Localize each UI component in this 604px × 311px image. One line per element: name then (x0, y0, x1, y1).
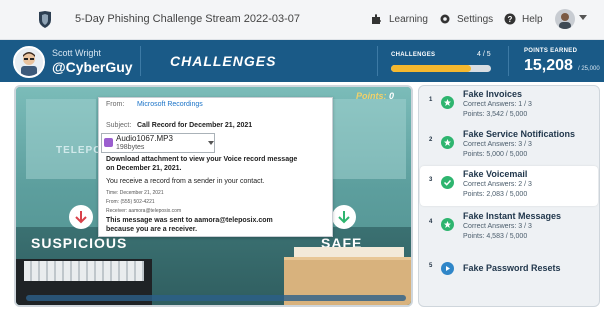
challenge-item-fake-instant-messages[interactable]: 4 Fake Instant Messages Correct Answers:… (420, 208, 598, 248)
email-footer-line: This message was sent to aamora@teleposi… (106, 217, 273, 224)
challenge-item-fake-voicemail[interactable]: 3 Fake Voicemail Correct Answers: 2 / 3 … (420, 166, 598, 206)
divider (377, 46, 378, 76)
avatar (13, 46, 45, 78)
nav-help-label: Help (522, 13, 543, 25)
page-title: CHALLENGES (170, 53, 277, 69)
challenge-title: Fake Invoices (463, 89, 523, 99)
check-icon (441, 176, 454, 189)
email-subject-label: Subject: (106, 122, 132, 129)
attachment-name: Audio1067.MP3 (116, 134, 173, 143)
divider (140, 46, 141, 76)
email-body-line: on December 21, 2021. (106, 165, 182, 172)
challenge-title: Fake Password Resets (463, 263, 561, 273)
safe-button[interactable] (332, 205, 356, 229)
points-max: / 25,000 (578, 66, 600, 72)
user-menu-avatar[interactable] (555, 9, 575, 29)
email-meta-time: Time: December 21, 2021 (106, 190, 164, 196)
stream-title: 5-Day Phishing Challenge Stream 2022-03-… (75, 13, 301, 25)
nav-settings-label: Settings (457, 13, 494, 25)
challenge-item-fake-invoices[interactable]: 1 Fake Invoices Correct Answers: 1 / 3 P… (420, 86, 598, 126)
email-meta-from: From: (555) 502-4221 (106, 199, 155, 205)
nav-learning[interactable]: Learning (371, 13, 428, 25)
challenge-number: 4 (429, 219, 433, 225)
check-icon (441, 218, 454, 231)
arrow-down-icon (75, 211, 87, 224)
scene-points-value: 0 (389, 91, 395, 101)
challenges-progress-fill (391, 65, 471, 72)
challenge-number: 3 (429, 177, 433, 183)
email-footer-line: because you are a receiver. (106, 226, 198, 233)
challenge-item-fake-password-resets[interactable]: 5 Fake Password Resets (420, 252, 598, 292)
email-from-label: From: (106, 101, 125, 108)
audio-file-icon (104, 138, 113, 147)
gear-icon (440, 14, 450, 24)
user-handle: @CyberGuy (52, 59, 133, 75)
points-label: POINTS EARNED (524, 48, 578, 54)
nav-learning-label: Learning (389, 13, 428, 25)
challenge-answers: Correct Answers: 1 / 3 (463, 101, 532, 108)
challenge-item-fake-service-notifications[interactable]: 2 Fake Service Notifications Correct Ans… (420, 126, 598, 166)
challenges-label: CHALLENGES (391, 52, 436, 58)
email-meta-receiver: Receiver: aamora@teleposix.com (106, 208, 182, 214)
challenge-title: Fake Instant Messages (463, 211, 562, 221)
question-icon: ? (504, 13, 516, 25)
points-value: 15,208 (524, 57, 573, 74)
shredded-paper (24, 261, 144, 281)
check-icon (441, 96, 454, 109)
challenge-points: Points: 3,542 / 5,000 (463, 111, 528, 118)
email-body-line: You receive a record from a sender in yo… (106, 178, 265, 185)
check-icon (441, 136, 454, 149)
challenge-answers: Correct Answers: 3 / 3 (463, 223, 532, 230)
user-name: Scott Wright (52, 48, 101, 58)
challenge-points: Points: 4,583 / 5,000 (463, 233, 528, 240)
challenge-number: 5 (429, 263, 433, 269)
challenge-answers: Correct Answers: 2 / 3 (463, 181, 532, 188)
play-icon (441, 262, 454, 275)
challenge-answers: Correct Answers: 3 / 3 (463, 141, 532, 148)
challenge-title: Fake Voicemail (463, 169, 528, 179)
puzzle-icon (372, 14, 381, 24)
scene-timer-bar (26, 295, 406, 301)
nav-settings[interactable]: Settings (439, 13, 493, 25)
attachment-size: 198bytes (116, 144, 145, 151)
challenge-title: Fake Service Notifications (463, 129, 576, 139)
challenge-points: Points: 5,000 / 5,000 (463, 151, 528, 158)
scene-window (26, 99, 96, 179)
chevron-down-icon[interactable] (208, 141, 214, 145)
scene-points-label: Points: (356, 91, 387, 101)
nav-help[interactable]: ? Help (504, 13, 543, 25)
challenges-count: 4 / 5 (477, 51, 491, 58)
divider (508, 46, 509, 76)
svg-text:?: ? (508, 15, 513, 24)
email-subject-value: Call Record for December 21, 2021 (137, 122, 253, 129)
arrow-down-icon (338, 211, 350, 224)
challenges-progress-bar (391, 65, 491, 72)
email-from-value[interactable]: Microsoft Recordings (137, 101, 203, 108)
suspicious-label: SUSPICIOUS (31, 235, 128, 251)
challenge-number: 1 (429, 97, 433, 103)
challenge-number: 2 (429, 137, 433, 143)
click-armor-logo[interactable] (33, 11, 57, 29)
email-body-line: Download attachment to view your Voice r… (106, 156, 298, 163)
suspicious-button[interactable] (69, 205, 93, 229)
scene-points: Points: 0 (356, 91, 394, 101)
user-menu-caret[interactable] (579, 15, 587, 20)
challenge-points: Points: 2,083 / 5,000 (463, 191, 528, 198)
